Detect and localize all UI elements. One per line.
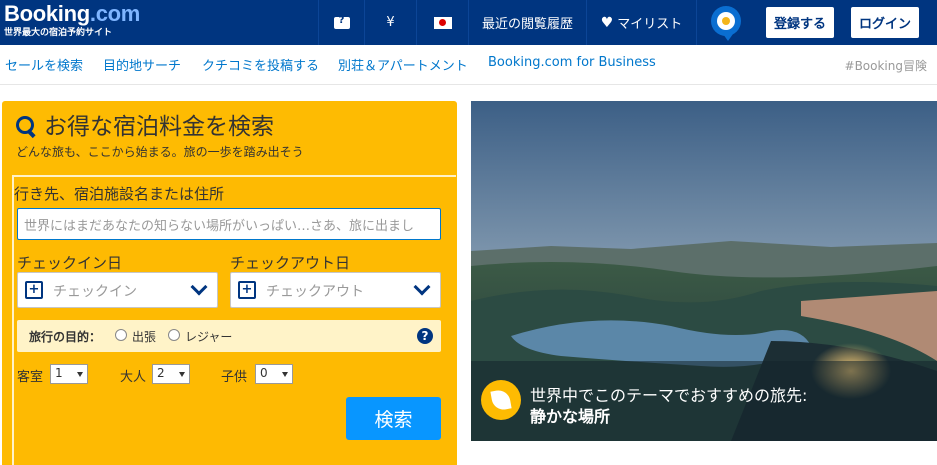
leaf-icon <box>490 388 512 412</box>
checkout-placeholder: チェックアウト <box>266 284 364 300</box>
recently-viewed-button[interactable]: 最近の閲覧履歴 <box>468 0 586 45</box>
logo-wordmark: Booking.com <box>4 1 141 26</box>
logo-tagline: 世界最大の宿泊予約サイト <box>4 28 113 38</box>
checkout-date-field[interactable]: チェックアウト <box>230 272 441 308</box>
japan-flag-icon <box>433 16 452 29</box>
calendar-icon <box>25 281 43 299</box>
leisure-radio-label[interactable]: レジャー <box>185 328 232 345</box>
adults-select[interactable]: 2 <box>152 364 190 384</box>
business-radio-label[interactable]: 出張 <box>132 328 156 345</box>
nav-business[interactable]: Booking.com for Business <box>488 55 656 70</box>
register-button[interactable]: 登録する <box>766 7 834 38</box>
hero-banner[interactable]: 世界中でこのテーマでおすすめの旅先: 静かな場所 <box>471 101 937 441</box>
language-button[interactable] <box>416 0 468 45</box>
adults-label: 大人 <box>120 370 147 385</box>
checkin-label: チェックイン日 <box>17 254 123 272</box>
location-pin-icon <box>710 5 741 41</box>
heart-icon: ♥ <box>600 14 614 31</box>
nav-vacation-rentals[interactable]: 別荘＆アパートメント <box>338 55 468 74</box>
nav-write-review[interactable]: クチコミを投稿する <box>202 55 319 74</box>
search-header: お得な宿泊料金を検索 どんな旅も、ここから始まる。旅の一歩を踏み出そう <box>16 111 304 160</box>
hero-caption-line2: 静かな場所 <box>530 407 611 426</box>
destination-input[interactable]: 世界にはまだあなたの知らない場所がいっぱい…さあ、旅に出まし <box>17 208 441 240</box>
sub-navigation: セールを検索 目的地サーチ クチコミを投稿する 別荘＆アパートメント Booki… <box>0 45 937 85</box>
travel-purpose-row: 旅行の目的： 出張 レジャー ? <box>17 320 441 352</box>
chevron-down-icon <box>190 278 208 296</box>
help-icon[interactable]: ? <box>417 328 433 344</box>
search-button[interactable]: 検索 <box>346 397 441 440</box>
booking-logo[interactable]: Booking.com 世界最大の宿泊予約サイト <box>4 2 140 39</box>
calendar-icon <box>238 281 256 299</box>
chevron-down-icon <box>413 278 431 296</box>
children-select[interactable]: 0 <box>255 364 293 384</box>
genius-button[interactable] <box>696 0 754 45</box>
children-label: 子供 <box>221 370 248 385</box>
top-header: Booking.com 世界最大の宿泊予約サイト ¥ 最近の閲覧履歴 ♥ マイリ… <box>0 0 937 45</box>
yen-icon: ¥ <box>386 15 395 30</box>
leaf-badge <box>481 380 521 420</box>
checkin-date-field[interactable]: チェックイン <box>17 272 218 308</box>
search-subtitle: どんな旅も、ここから始まる。旅の一歩を踏み出そう <box>16 145 304 159</box>
currency-button[interactable]: ¥ <box>364 0 416 45</box>
business-radio[interactable] <box>115 329 127 341</box>
destination-label: 行き先、宿泊施設名または住所 <box>14 185 225 203</box>
nav-deals[interactable]: セールを検索 <box>5 55 83 74</box>
my-list-label: マイリスト <box>617 17 683 32</box>
leisure-radio[interactable] <box>168 329 180 341</box>
nav-destination-search[interactable]: 目的地サーチ <box>103 55 181 74</box>
checkin-placeholder: チェックイン <box>53 284 137 300</box>
search-title: お得な宿泊料金を検索 <box>16 111 304 143</box>
search-icon <box>16 116 36 136</box>
rooms-label: 客室 <box>17 370 44 385</box>
nav-booking-adventure[interactable]: #Booking冒険 <box>845 57 927 74</box>
customer-service-button[interactable] <box>318 0 364 45</box>
question-chat-icon <box>333 15 350 29</box>
login-button[interactable]: ログイン <box>851 7 919 38</box>
rooms-select[interactable]: 1 <box>50 364 88 384</box>
travel-purpose-label: 旅行の目的： <box>29 330 102 344</box>
recently-viewed-label: 最近の閲覧履歴 <box>481 17 573 32</box>
my-list-button[interactable]: ♥ マイリスト <box>586 0 696 45</box>
checkout-label: チェックアウト日 <box>230 254 351 272</box>
